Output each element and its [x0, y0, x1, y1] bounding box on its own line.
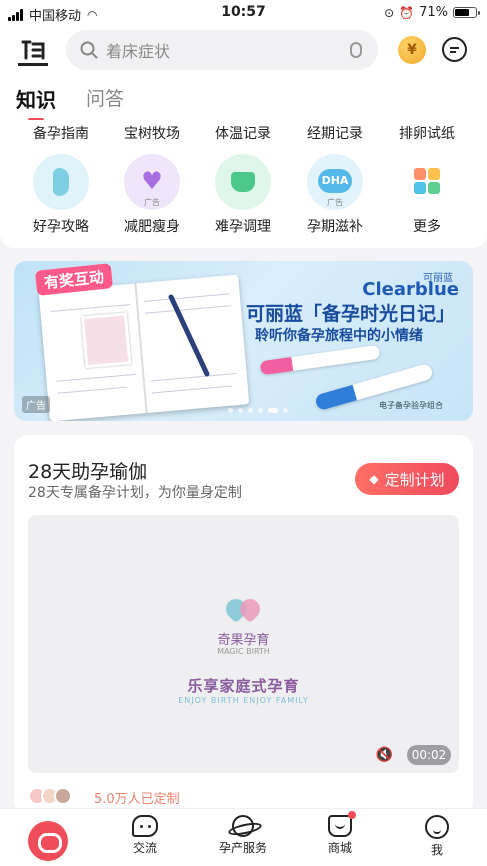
- shortcut-weight-loss[interactable]: 广告 减肥瘦身: [107, 154, 197, 236]
- ad-tag: 广告: [22, 396, 50, 413]
- promo-banner[interactable]: 有奖互动 可丽蓝 Clearblue 可丽蓝「备孕时光日记」 聆听你备孕旅程中的…: [14, 261, 473, 421]
- shortcut-period-record[interactable]: 经期记录: [290, 123, 380, 143]
- video-player[interactable]: 奇果孕育 MAGIC BIRTH 乐享家庭式孕育 ENJOY BIRTH ENJ…: [28, 515, 459, 773]
- banner-subtitle: 聆听你备孕旅程中的小情绪: [255, 328, 423, 344]
- shortcut-label: 更多: [413, 219, 441, 235]
- battery-icon: [453, 7, 480, 18]
- nav-services[interactable]: 孕产服务: [208, 815, 278, 856]
- tab-knowledge[interactable]: 知识: [16, 84, 56, 122]
- shortcut-row-icons: 好孕攻略 广告 减肥瘦身 难孕调理 广告 孕期滋补 更多: [0, 154, 487, 244]
- battery-percent: 71%: [419, 5, 448, 20]
- carousel-dots[interactable]: [228, 408, 288, 413]
- shortcut-label: 减肥瘦身: [124, 219, 180, 235]
- nav-shop[interactable]: 商城: [305, 811, 375, 856]
- top-header: 着床症状 ¥: [0, 26, 487, 76]
- profile-icon: [425, 815, 449, 839]
- course-subtitle: 28天专属备孕计划，为你量身定制: [28, 485, 242, 501]
- video-brand: 奇果孕育: [217, 633, 270, 648]
- shortcut-label: 孕期滋补: [307, 219, 363, 235]
- slim-body-icon: 广告: [124, 154, 180, 210]
- shortcut-label: 难孕调理: [215, 219, 271, 235]
- home-icon[interactable]: [28, 821, 68, 861]
- nav-me[interactable]: 我: [402, 815, 472, 858]
- nav-label: 孕产服务: [218, 841, 267, 855]
- shortcut-ovulation-test[interactable]: 排卵试纸: [382, 123, 472, 143]
- shortcut-more[interactable]: 更多: [382, 154, 472, 236]
- teapot-icon: [215, 154, 271, 210]
- content-tabs: 知识 问答: [0, 76, 487, 122]
- shop-bag-icon: [328, 811, 356, 837]
- microphone-icon[interactable]: [350, 42, 362, 58]
- video-slogan: 乐享家庭式孕育: [187, 677, 300, 695]
- yoga-course-card[interactable]: 28天助孕瑜伽 28天专属备孕计划，为你量身定制 ◆ 定制计划 奇果孕育 MAG…: [14, 435, 473, 815]
- status-bar: 中国移动 ◠ 10:57 ⊙ ⏰ 71%: [0, 0, 487, 26]
- coin-icon[interactable]: ¥: [398, 36, 426, 64]
- app-screen: 中国移动 ◠ 10:57 ⊙ ⏰ 71% 着床症状 ¥ 知识 问答 备孕指南 宝…: [0, 0, 487, 866]
- diamond-icon: ◆: [369, 472, 379, 486]
- nav-label: 商城: [327, 841, 352, 855]
- customize-plan-button[interactable]: ◆ 定制计划: [355, 463, 459, 495]
- video-duration: 00:02: [407, 745, 451, 765]
- avatar: [54, 787, 72, 805]
- mute-icon[interactable]: 🔇: [376, 747, 393, 763]
- search-input[interactable]: 着床症状: [106, 38, 350, 62]
- shortcut-prep-guide[interactable]: 备孕指南: [16, 123, 106, 143]
- video-brand-en: MAGIC BIRTH: [217, 647, 270, 656]
- alarm-icon: ⏰: [399, 5, 415, 20]
- ad-tag: 广告: [144, 198, 160, 207]
- test-stick-pink: [259, 344, 381, 376]
- video-slogan-en: ENJOY BIRTH ENJOY FAMILY: [178, 696, 309, 705]
- shortcut-pregnancy-nutrition[interactable]: 广告 孕期滋补: [290, 154, 380, 236]
- nav-label: 交流: [132, 841, 157, 855]
- shortcut-baoshu-farm[interactable]: 宝树牧场: [107, 123, 197, 143]
- shortcut-temperature-record[interactable]: 体温记录: [198, 123, 288, 143]
- planet-icon: [232, 815, 254, 837]
- ad-tag: 广告: [327, 198, 343, 207]
- magic-birth-logo-icon: [221, 594, 265, 625]
- brand-en: Clearblue: [362, 279, 459, 300]
- shortcut-fertility-care[interactable]: 难孕调理: [198, 154, 288, 236]
- app-logo-icon[interactable]: [18, 36, 48, 66]
- pregnant-woman-icon: [33, 154, 89, 210]
- search-icon: [80, 41, 98, 59]
- chat-icon: [132, 815, 158, 837]
- notification-dot: [348, 811, 356, 819]
- shortcut-row-text: 备孕指南 宝树牧场 体温记录 经期记录 排卵试纸: [0, 123, 487, 145]
- tab-qa[interactable]: 问答: [86, 84, 124, 111]
- customize-plan-label: 定制计划: [384, 470, 445, 489]
- course-title: 28天助孕瑜伽: [28, 461, 148, 483]
- shortcut-good-pregnancy[interactable]: 好孕攻略: [16, 154, 106, 236]
- shortcut-panel: 备孕指南 宝树牧场 体温记录 经期记录 排卵试纸 好孕攻略 广告 减肥瘦身 难孕…: [0, 120, 487, 248]
- nav-chat[interactable]: 交流: [110, 815, 180, 856]
- grid-more-icon: [399, 154, 455, 210]
- diary-illustration: [38, 274, 250, 421]
- user-avatars: [28, 787, 72, 805]
- nav-label: 我: [430, 843, 443, 857]
- message-icon[interactable]: [442, 37, 467, 62]
- search-bar[interactable]: 着床症状: [66, 30, 378, 70]
- customized-count: 5.0万人已定制: [94, 792, 180, 807]
- couple-photo: [81, 312, 132, 369]
- dha-icon: 广告: [307, 154, 363, 210]
- rotation-lock-icon: ⊙: [384, 5, 395, 20]
- banner-title: 可丽蓝「备孕时光日记」: [245, 303, 455, 325]
- shortcut-label: 好孕攻略: [33, 219, 89, 235]
- banner-caption: 电子备孕验孕组合: [379, 401, 443, 410]
- bottom-nav: 交流 孕产服务 商城 我: [0, 808, 487, 866]
